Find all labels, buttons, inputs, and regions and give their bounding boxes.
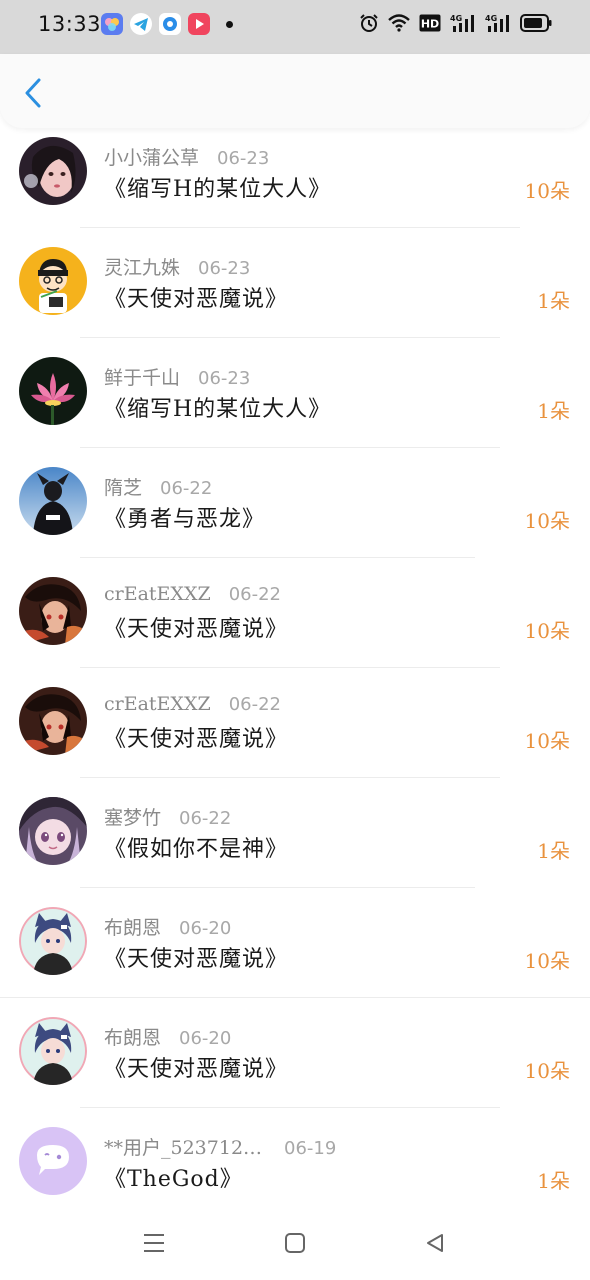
signal-4g-icon: 4G: [450, 13, 476, 33]
item-meta: 布朗恩 06-20: [104, 1023, 231, 1050]
username[interactable]: 小小蒲公草: [104, 143, 199, 170]
item-meta: 隋芝 06-22: [104, 473, 212, 500]
list-item[interactable]: crEatEXXZ 06-22 《天使对恶魔说》 10朵: [0, 668, 590, 778]
book-title[interactable]: 《缩写H的某位大人》: [104, 171, 331, 203]
gift-amount: 10朵: [524, 949, 570, 973]
book-title[interactable]: 《天使对恶魔说》: [104, 281, 288, 313]
home-square-icon: [285, 1233, 305, 1253]
gift-date: 06-20: [179, 918, 232, 939]
gift-date: 06-23: [198, 258, 251, 279]
avatar[interactable]: [19, 357, 87, 425]
avatar[interactable]: [19, 1127, 87, 1195]
gift-date: 06-23: [198, 368, 251, 389]
item-meta: 布朗恩 06-20: [104, 913, 231, 940]
signal-4g-icon: 4G: [485, 13, 511, 33]
notification-icons: [101, 13, 233, 35]
book-title[interactable]: 《天使对恶魔说》: [104, 611, 288, 643]
list-item[interactable]: 塞梦竹 06-22 《假如你不是神》 1朵: [0, 778, 590, 888]
gift-date: 06-22: [160, 478, 213, 499]
status-bar: 13:33 HD 4G 4G: [0, 0, 590, 54]
username[interactable]: 布朗恩: [104, 913, 161, 940]
gift-amount: 10朵: [524, 729, 570, 753]
gift-amount: 10朵: [524, 179, 570, 203]
gift-date: 06-19: [284, 1138, 337, 1159]
avatar[interactable]: [19, 577, 87, 645]
svg-text:HD: HD: [421, 18, 439, 31]
username[interactable]: 灵江九姝: [104, 253, 180, 280]
username[interactable]: **用户_523712…: [104, 1133, 262, 1160]
book-title[interactable]: 《TheGod》: [104, 1161, 243, 1193]
browser-icon: [159, 13, 181, 35]
more-notifications-dot: [226, 20, 233, 28]
chevron-left-icon: [25, 78, 41, 108]
gift-date: 06-22: [228, 584, 281, 605]
avatar[interactable]: [19, 907, 87, 975]
gift-date: 06-20: [179, 1028, 232, 1049]
system-back-button[interactable]: [418, 1226, 452, 1260]
avatar[interactable]: [19, 797, 87, 865]
gift-amount: 1朵: [537, 839, 570, 863]
status-time: 13:33: [38, 12, 102, 36]
list-item[interactable]: 隋芝 06-22 《勇者与恶龙》 10朵: [0, 448, 590, 558]
username[interactable]: 鲜于千山: [104, 363, 180, 390]
back-button[interactable]: [18, 76, 48, 110]
gift-amount: 1朵: [537, 399, 570, 423]
book-title[interactable]: 《天使对恶魔说》: [104, 1051, 288, 1083]
item-meta: 塞梦竹 06-22: [104, 803, 231, 830]
gift-amount: 10朵: [524, 1059, 570, 1083]
book-title[interactable]: 《天使对恶魔说》: [104, 721, 288, 753]
gift-list: 小小蒲公草 06-23 《缩写H的某位大人》 10朵 灵江九姝 06-23 《天…: [0, 118, 590, 1218]
book-title[interactable]: 《天使对恶魔说》: [104, 941, 288, 973]
gift-amount: 1朵: [537, 1169, 570, 1193]
list-item[interactable]: 布朗恩 06-20 《天使对恶魔说》 10朵: [0, 998, 590, 1108]
username[interactable]: crEatEXXZ: [104, 583, 211, 605]
list-item[interactable]: 鲜于千山 06-23 《缩写H的某位大人》 1朵: [0, 338, 590, 448]
username[interactable]: 布朗恩: [104, 1023, 161, 1050]
wifi-icon: [388, 14, 410, 32]
gift-date: 06-22: [228, 694, 281, 715]
item-meta: crEatEXXZ 06-22: [104, 583, 281, 605]
list-item[interactable]: 小小蒲公草 06-23 《缩写H的某位大人》 10朵: [0, 118, 590, 228]
hd-icon: HD: [419, 14, 441, 32]
avatar[interactable]: [19, 1017, 87, 1085]
book-title[interactable]: 《缩写H的某位大人》: [104, 391, 331, 423]
gift-amount: 1朵: [537, 289, 570, 313]
video-icon: [188, 13, 210, 35]
username[interactable]: crEatEXXZ: [104, 693, 211, 715]
username[interactable]: 隋芝: [104, 473, 142, 500]
item-meta: crEatEXXZ 06-22: [104, 693, 281, 715]
nav-header: [0, 54, 590, 128]
svg-text:4G: 4G: [485, 14, 497, 23]
book-title[interactable]: 《勇者与恶龙》: [104, 501, 265, 533]
avatar[interactable]: [19, 687, 87, 755]
item-meta: 小小蒲公草 06-23: [104, 143, 269, 170]
gift-amount: 10朵: [524, 619, 570, 643]
battery-icon: [520, 14, 552, 32]
back-triangle-icon: [427, 1234, 443, 1252]
avatar[interactable]: [19, 467, 87, 535]
svg-text:4G: 4G: [450, 14, 462, 23]
gift-date: 06-22: [179, 808, 232, 829]
gift-date: 06-23: [217, 148, 270, 169]
avatar[interactable]: [19, 247, 87, 315]
telegram-icon: [130, 13, 152, 35]
book-title[interactable]: 《假如你不是神》: [104, 831, 288, 863]
avatar[interactable]: [19, 137, 87, 205]
item-meta: **用户_523712… 06-19: [104, 1133, 336, 1160]
list-item[interactable]: 灵江九姝 06-23 《天使对恶魔说》 1朵: [0, 228, 590, 338]
alarm-icon: [359, 13, 379, 33]
system-icons: HD 4G 4G: [359, 13, 552, 33]
gallery-icon: [101, 13, 123, 35]
item-meta: 鲜于千山 06-23: [104, 363, 250, 390]
menu-icon: [144, 1234, 164, 1252]
home-button[interactable]: [278, 1226, 312, 1260]
gift-amount: 10朵: [524, 509, 570, 533]
list-item[interactable]: 布朗恩 06-20 《天使对恶魔说》 10朵: [0, 888, 590, 998]
list-item[interactable]: crEatEXXZ 06-22 《天使对恶魔说》 10朵: [0, 558, 590, 668]
list-item[interactable]: **用户_523712… 06-19 《TheGod》 1朵: [0, 1108, 590, 1218]
item-meta: 灵江九姝 06-23: [104, 253, 250, 280]
system-nav-bar: [0, 1204, 590, 1280]
username[interactable]: 塞梦竹: [104, 803, 161, 830]
menu-button[interactable]: [137, 1226, 171, 1260]
